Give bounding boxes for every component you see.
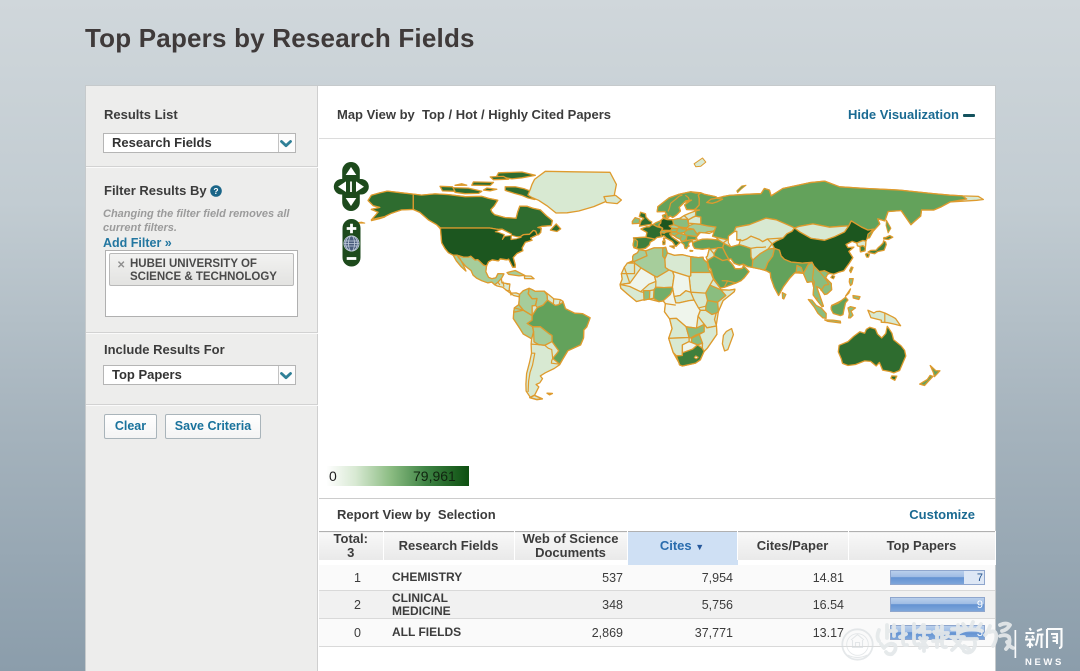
svg-text:NEWS: NEWS [1025,657,1064,668]
svg-text:?: ? [214,186,219,196]
